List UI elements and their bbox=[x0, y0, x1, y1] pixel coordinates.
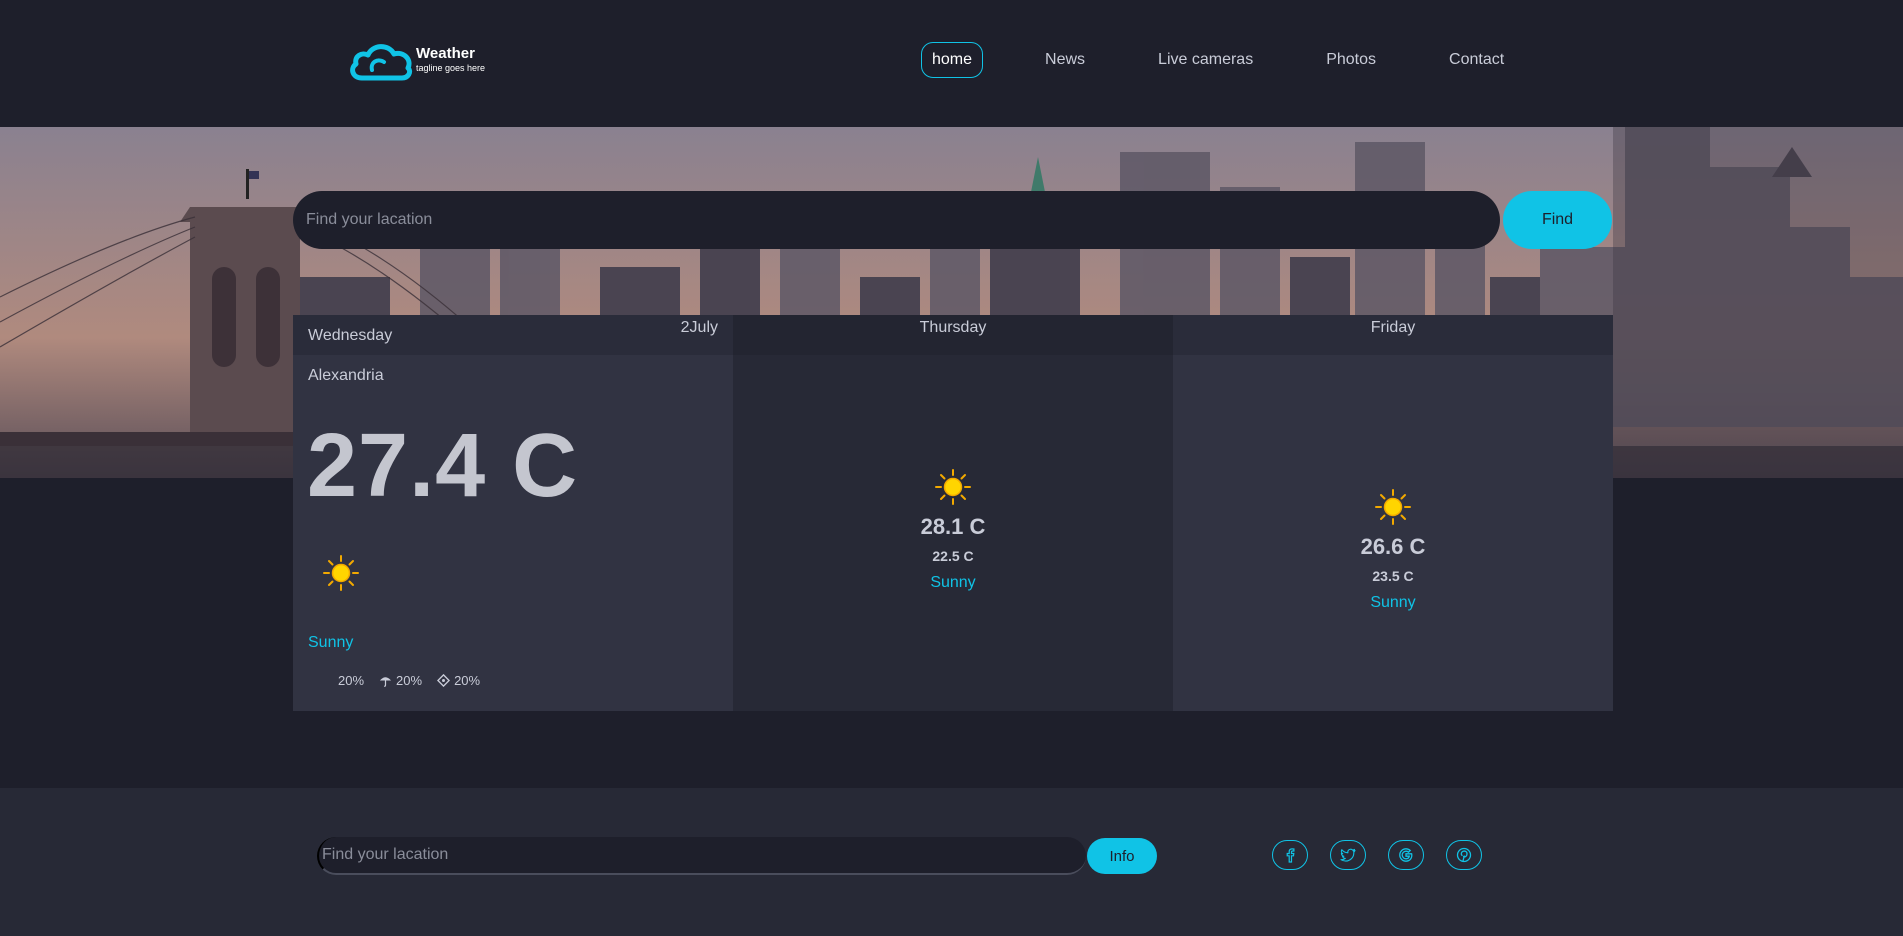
info-button[interactable]: Info bbox=[1087, 838, 1157, 874]
umbrella-icon bbox=[379, 677, 392, 687]
weather-description: Sunny bbox=[308, 634, 354, 651]
sun-icon bbox=[1375, 489, 1411, 525]
stat-item: 20% bbox=[437, 673, 480, 688]
sun-icon bbox=[935, 469, 971, 505]
day-name: Thursday bbox=[919, 319, 987, 336]
find-button[interactable]: Find bbox=[1503, 191, 1612, 249]
footer-location-input[interactable] bbox=[317, 837, 1086, 875]
nav-item-news[interactable]: News bbox=[1034, 42, 1096, 78]
date-label: 2July bbox=[680, 319, 718, 336]
nav-item-home[interactable]: home bbox=[921, 42, 984, 78]
weather-description: Sunny bbox=[930, 574, 976, 591]
twitter-link[interactable] bbox=[1330, 840, 1366, 870]
day-name: Friday bbox=[1370, 319, 1416, 336]
pinterest-icon bbox=[1456, 847, 1472, 863]
current-temperature: 27.4 C bbox=[307, 416, 579, 516]
max-temperature: 26.6 C bbox=[1360, 534, 1426, 559]
brand-tagline: tagline goes here bbox=[416, 63, 486, 73]
forecast-today: Wednesday 2July Alexandria 27.4 C Sunny … bbox=[293, 315, 733, 711]
site-header: Weather tagline goes here home News Live… bbox=[0, 0, 1903, 127]
site-footer: Info bbox=[0, 788, 1903, 936]
min-temperature: 23.5 C bbox=[1372, 568, 1414, 584]
forecast-day-header: Friday bbox=[1173, 315, 1613, 355]
nav-item-contact[interactable]: Contact bbox=[1438, 42, 1515, 78]
weather-stats: 20% 20% 20% bbox=[338, 673, 495, 688]
logo[interactable]: Weather tagline goes here bbox=[348, 40, 485, 82]
location-name: Alexandria bbox=[308, 367, 384, 384]
forecast-today-header: Wednesday 2July bbox=[293, 315, 733, 355]
compass-icon bbox=[437, 674, 451, 687]
forecast-summary: 26.6 C 23.5 C Sunny bbox=[1173, 488, 1613, 612]
forecast-day: Friday 26.6 C 23.5 C Sunny bbox=[1173, 315, 1613, 711]
google-icon bbox=[1399, 848, 1413, 862]
stat-item: 20% bbox=[379, 673, 422, 688]
location-search-input[interactable] bbox=[293, 191, 1500, 249]
main-nav: home News Live cameras Photos Contact bbox=[921, 42, 1515, 78]
forecast-day-header: Thursday bbox=[733, 315, 1173, 355]
pinterest-link[interactable] bbox=[1446, 840, 1482, 870]
google-link[interactable] bbox=[1388, 840, 1424, 870]
brand-title: Weather bbox=[416, 45, 475, 62]
facebook-icon bbox=[1286, 848, 1295, 863]
twitter-icon bbox=[1340, 848, 1356, 862]
forecast-day: Thursday 28.1 C 22.5 C Sunny bbox=[733, 315, 1173, 711]
max-temperature: 28.1 C bbox=[920, 514, 986, 539]
facebook-link[interactable] bbox=[1272, 840, 1308, 870]
weather-description: Sunny bbox=[1370, 594, 1416, 611]
nav-item-photos[interactable]: Photos bbox=[1315, 42, 1387, 78]
sun-icon bbox=[323, 555, 359, 591]
social-links bbox=[1272, 840, 1504, 870]
stat-value: 20% bbox=[396, 673, 423, 688]
forecast-panel: Wednesday 2July Alexandria 27.4 C Sunny … bbox=[293, 315, 1613, 711]
cloud-icon bbox=[350, 44, 413, 81]
forecast-summary: 28.1 C 22.5 C Sunny bbox=[733, 468, 1173, 592]
day-name: Wednesday bbox=[308, 327, 393, 344]
stat-value: 20% bbox=[454, 673, 481, 688]
nav-item-live-cameras[interactable]: Live cameras bbox=[1147, 42, 1264, 78]
min-temperature: 22.5 C bbox=[932, 548, 974, 564]
stat-value: 20% bbox=[338, 673, 365, 688]
stat-item: 20% bbox=[338, 673, 364, 688]
